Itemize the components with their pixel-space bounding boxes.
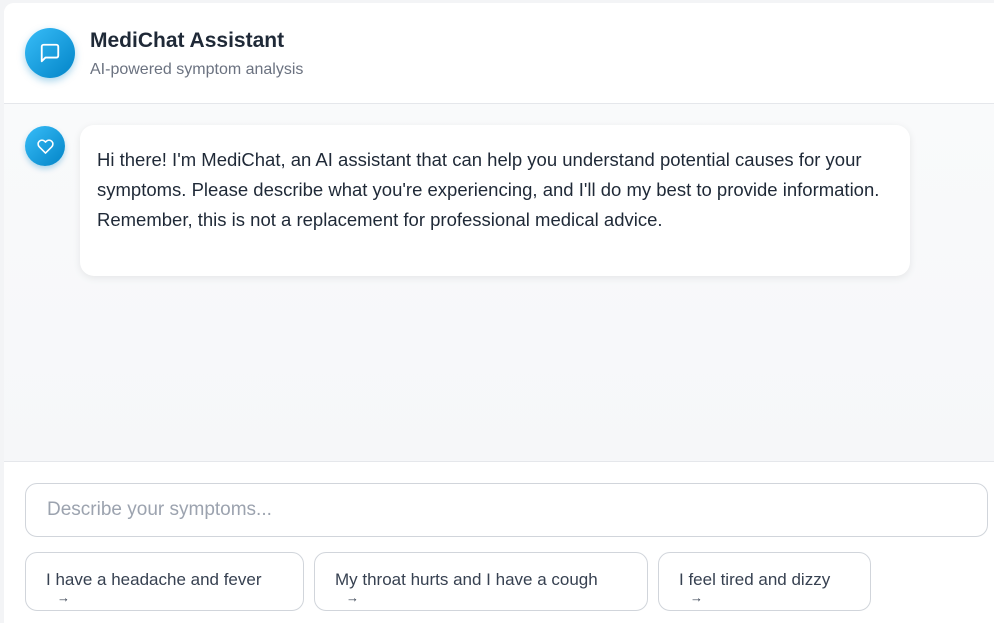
arrow-right-icon: → — [346, 590, 359, 605]
suggestion-throat-cough[interactable]: My throat hurts and I have a cough → — [314, 552, 648, 611]
symptom-input[interactable] — [25, 483, 988, 537]
suggestion-headache-fever[interactable]: I have a headache and fever → — [25, 552, 304, 611]
suggestion-label: I have a headache and fever — [46, 570, 262, 589]
bot-message-bubble: Hi there! I'm MediChat, an AI assistant … — [80, 125, 910, 276]
chat-messages: Hi there! I'm MediChat, an AI assistant … — [4, 104, 994, 461]
chat-header: MediChat Assistant AI-powered symptom an… — [4, 3, 994, 104]
app-subtitle: AI-powered symptom analysis — [90, 61, 304, 78]
app-title: MediChat Assistant — [90, 29, 285, 52]
chat-bubble-icon — [25, 28, 75, 78]
suggestion-label: My throat hurts and I have a cough — [335, 570, 598, 589]
heart-icon — [25, 126, 65, 166]
arrow-right-icon: → — [690, 590, 703, 605]
suggestion-label: I feel tired and dizzy — [679, 570, 831, 589]
suggestion-tired-dizzy[interactable]: I feel tired and dizzy → — [658, 552, 871, 611]
arrow-right-icon: → — [57, 590, 70, 605]
message-composer: I have a headache and fever → My throat … — [4, 461, 994, 623]
medichat-app: MediChat Assistant AI-powered symptom an… — [4, 3, 994, 623]
